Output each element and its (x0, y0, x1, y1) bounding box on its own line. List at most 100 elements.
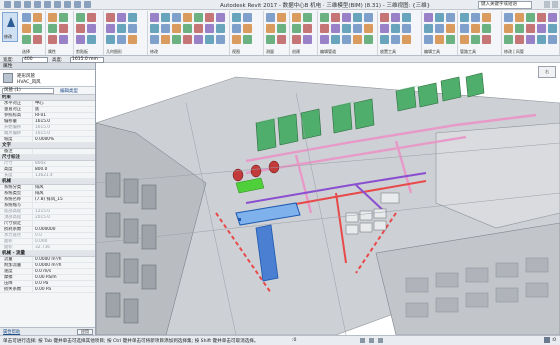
ribbon-tool-icon[interactable] (402, 35, 411, 44)
ribbon-tool-icon[interactable] (172, 13, 181, 22)
ribbon-tool-icon[interactable] (76, 35, 85, 44)
ribbon-tool-icon[interactable] (150, 13, 159, 22)
ribbon-tool-icon[interactable] (205, 35, 214, 44)
ribbon-tool-icon[interactable] (216, 13, 225, 22)
ribbon-tool-icon[interactable] (471, 35, 480, 44)
property-value[interactable]: 0.000000 (33, 227, 95, 232)
ribbon-tool-icon[interactable] (471, 13, 480, 22)
ribbon-tool-icon[interactable] (117, 24, 126, 33)
ribbon-tool-icon[interactable] (183, 24, 192, 33)
ribbon-tool-icon[interactable] (150, 24, 159, 33)
ribbon-tool-icon[interactable] (128, 35, 137, 44)
ribbon-tool-icon[interactable] (232, 35, 241, 44)
ribbon-tool-icon[interactable] (266, 13, 275, 22)
ribbon-tool-icon[interactable] (435, 35, 444, 44)
ribbon-tool-icon[interactable] (353, 13, 362, 22)
ribbon-tool-icon[interactable] (232, 13, 241, 22)
ribbon-tool-icon[interactable] (320, 24, 329, 33)
ribbon-tool-icon[interactable] (292, 13, 301, 22)
ribbon-tool-icon[interactable] (194, 13, 203, 22)
ribbon-tool-icon[interactable] (515, 24, 524, 33)
ribbon-tool-icon[interactable] (106, 35, 115, 44)
ribbon-tool-icon[interactable] (183, 13, 192, 22)
ribbon-tool-icon[interactable] (548, 35, 557, 44)
ribbon-tool-icon[interactable] (331, 35, 340, 44)
ribbon-tool-icon[interactable] (380, 35, 389, 44)
property-value[interactable]: 0.0000 m³/h (33, 257, 95, 262)
ribbon-tool-icon[interactable] (277, 13, 286, 22)
ribbon-tool-icon[interactable] (59, 24, 68, 33)
ribbon-tool-icon[interactable] (537, 35, 546, 44)
open-icon[interactable] (14, 1, 21, 8)
ribbon-tool-icon[interactable] (150, 35, 159, 44)
main-model-indicator[interactable]: :0 (292, 338, 296, 343)
property-value[interactable]: 0.0 Pa (33, 281, 95, 286)
ribbon-tool-icon[interactable] (342, 24, 351, 33)
ribbon-tool-icon[interactable] (292, 35, 301, 44)
ribbon-tool-icon[interactable] (277, 24, 286, 33)
measure-icon[interactable] (64, 1, 71, 8)
property-value[interactable]: 排风 (33, 185, 95, 190)
3d-viewport[interactable]: 右 (96, 63, 560, 335)
ribbon-tool-icon[interactable] (59, 35, 68, 44)
ribbon-tool-icon[interactable] (22, 13, 31, 22)
ribbon-tool-icon[interactable] (172, 24, 181, 33)
ribbon-tool-icon[interactable] (446, 35, 455, 44)
property-value[interactable]: 排风 (33, 191, 95, 196)
property-value[interactable]: 0.0000% (33, 137, 95, 142)
ribbon-tool-icon[interactable] (277, 35, 286, 44)
ribbon-tool-icon[interactable] (205, 24, 214, 33)
ribbon-tool-icon[interactable] (232, 24, 241, 33)
worksets-icon[interactable] (360, 338, 365, 343)
ribbon-tool-icon[interactable] (515, 13, 524, 22)
ribbon-tool-icon[interactable] (504, 13, 513, 22)
ribbon-tool-icon[interactable] (526, 13, 535, 22)
ribbon-tool-icon[interactable] (435, 24, 444, 33)
ribbon-tool-icon[interactable] (303, 24, 312, 33)
edit-type-button[interactable]: 编辑类型 (60, 88, 78, 94)
grip-handle[interactable] (238, 218, 241, 221)
ribbon-tool-icon[interactable] (460, 24, 469, 33)
ribbon-tool-icon[interactable] (471, 24, 480, 33)
ribbon-tool-icon[interactable] (33, 24, 42, 33)
ribbon-tool-icon[interactable] (482, 35, 491, 44)
ribbon-tool-icon[interactable] (331, 24, 340, 33)
ribbon-tool-icon[interactable] (391, 13, 400, 22)
ribbon-tool-icon[interactable] (266, 35, 275, 44)
property-value[interactable]: 中心 (33, 101, 95, 106)
ribbon-tool-icon[interactable] (482, 13, 491, 22)
ribbon-tool-icon[interactable] (216, 24, 225, 33)
ribbon-tool-icon[interactable] (435, 13, 444, 22)
ribbon-tool-icon[interactable] (353, 24, 362, 33)
ribbon-tool-icon[interactable] (48, 13, 57, 22)
ribbon-tool-icon[interactable] (548, 24, 557, 33)
ribbon-tool-icon[interactable] (460, 35, 469, 44)
ribbon-tool-icon[interactable] (128, 24, 137, 33)
ribbon-tool-icon[interactable] (526, 35, 535, 44)
print-icon[interactable] (54, 1, 61, 8)
property-value[interactable] (33, 149, 95, 154)
ribbon-tool-icon[interactable] (537, 24, 546, 33)
ribbon-tool-icon[interactable] (320, 35, 329, 44)
ribbon-tool-icon[interactable] (424, 24, 433, 33)
ribbon-tool-icon[interactable] (364, 24, 373, 33)
ribbon-tool-icon[interactable] (424, 35, 433, 44)
ribbon-tool-icon[interactable] (342, 35, 351, 44)
selection-filter[interactable]: :0 (543, 337, 556, 343)
ribbon-tool-icon[interactable] (342, 13, 351, 22)
property-value[interactable]: 0.00 Pa (33, 287, 95, 292)
design-options-icon[interactable] (369, 338, 374, 343)
ribbon-tool-icon[interactable] (76, 24, 85, 33)
ribbon-tool-icon[interactable] (266, 24, 275, 33)
ribbon-tool-icon[interactable] (76, 13, 85, 22)
property-value[interactable]: 0.00 Pa/m (33, 275, 95, 280)
ribbon-tool-icon[interactable] (526, 24, 535, 33)
ribbon-tool-icon[interactable] (117, 13, 126, 22)
ribbon-tool-icon[interactable] (353, 35, 362, 44)
ribbon-tool-icon[interactable] (106, 13, 115, 22)
property-value[interactable] (33, 221, 95, 226)
ribbon-tool-icon[interactable] (22, 35, 31, 44)
ribbon-tool-icon[interactable] (320, 13, 329, 22)
ribbon-tool-icon[interactable] (292, 24, 301, 33)
ribbon-tool-icon[interactable] (216, 35, 225, 44)
